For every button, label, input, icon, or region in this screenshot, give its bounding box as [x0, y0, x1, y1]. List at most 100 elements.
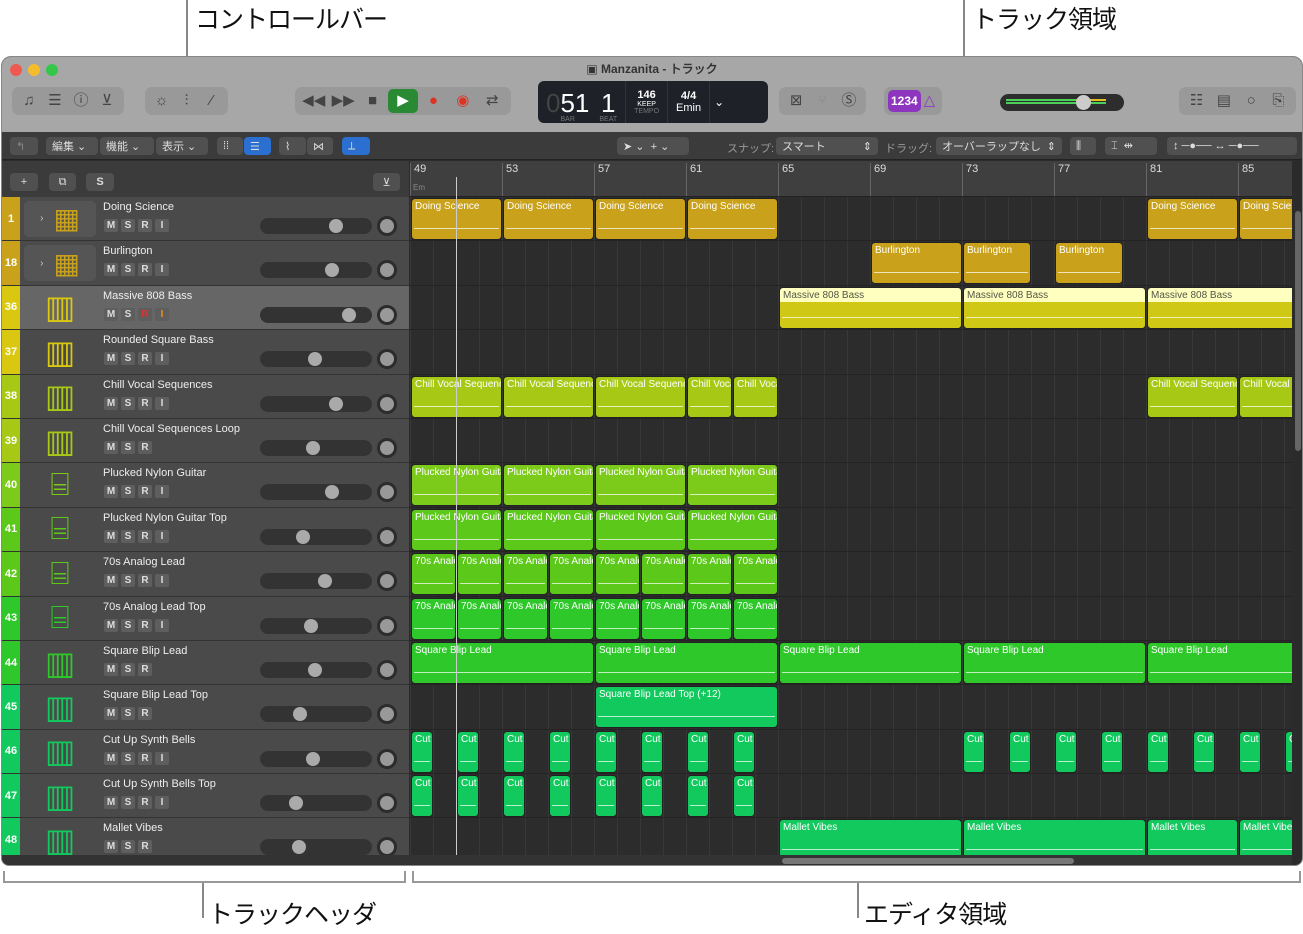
track-s-button[interactable]: S: [121, 352, 135, 366]
region[interactable]: Cut: [1101, 730, 1123, 773]
region[interactable]: 70s Analog Lead Top: [641, 597, 686, 640]
folder-stack[interactable]: › ▦: [24, 245, 96, 282]
track-lane[interactable]: Cut Cut Cut Cut Cut Cut Cut Cut: [410, 774, 1292, 819]
view-menu[interactable]: 表示 ⌄: [156, 137, 208, 155]
solo-icon[interactable]: Ⓢ: [836, 87, 862, 115]
note-pad-icon[interactable]: ▤: [1210, 87, 1237, 115]
region[interactable]: 70s Analog Lead Top: [503, 597, 548, 640]
region[interactable]: Cut: [595, 730, 617, 773]
pan-knob[interactable]: [377, 216, 397, 236]
track-m-button[interactable]: M: [104, 796, 118, 810]
snap-select[interactable]: スマート ⇕: [776, 137, 878, 155]
pan-knob[interactable]: [377, 437, 397, 458]
tuner-icon[interactable]: ⑂: [809, 87, 835, 115]
volume-fader[interactable]: [260, 218, 372, 234]
track-r-button[interactable]: R: [138, 529, 152, 543]
region[interactable]: Doing Science: [595, 198, 686, 240]
volume-knob[interactable]: [292, 707, 307, 722]
region[interactable]: Plucked Nylon Guitar Top: [687, 508, 778, 551]
pan-knob[interactable]: [377, 704, 397, 725]
track-r-button[interactable]: R: [138, 352, 152, 366]
region[interactable]: Cut: [1147, 730, 1169, 773]
track-i-button[interactable]: I: [155, 396, 169, 410]
track-s-button[interactable]: S: [121, 796, 135, 810]
global-solo-button[interactable]: S: [86, 173, 114, 191]
track-s-button[interactable]: S: [121, 574, 135, 588]
region[interactable]: Square Blip Lead Top (+12): [595, 686, 778, 729]
collapse-button[interactable]: ⊻: [373, 173, 400, 191]
region[interactable]: Massive 808 Bass: [963, 286, 1146, 329]
track-header[interactable]: 39 ▥ Chill Vocal Sequences Loop MSR: [2, 418, 409, 464]
track-lane[interactable]: Cut Cut Cut Cut Cut Cut Cut Cut Cut Cut Cut Cut Cut C…: [410, 729, 1292, 775]
region[interactable]: Mallet Vibes: [1239, 819, 1292, 855]
region[interactable]: Cut: [1009, 730, 1031, 773]
track-r-button[interactable]: R: [138, 263, 152, 277]
track-m-button[interactable]: M: [104, 396, 118, 410]
track-s-button[interactable]: S: [121, 618, 135, 632]
metronome-icon[interactable]: △: [921, 87, 938, 115]
region[interactable]: Burlington: [871, 242, 962, 285]
playhead[interactable]: [456, 177, 457, 855]
list-view-button[interactable]: ☰: [244, 137, 271, 155]
region[interactable]: 70s Analog Lead: [411, 553, 456, 596]
horizontal-scroll-thumb[interactable]: [782, 858, 1074, 864]
track-r-button[interactable]: R: [138, 662, 152, 676]
track-m-button[interactable]: M: [104, 307, 118, 321]
replace-icon[interactable]: ⊠: [783, 87, 809, 115]
track-r-button[interactable]: R: [138, 796, 152, 810]
volume-fader[interactable]: [260, 661, 372, 678]
volume-knob[interactable]: [325, 263, 340, 278]
track-name[interactable]: Chill Vocal Sequences Loop: [103, 423, 240, 435]
region[interactable]: Cut: [595, 775, 617, 818]
region[interactable]: Square Blip Lead: [595, 641, 778, 684]
track-header[interactable]: 36 ▥ Massive 808 Bass MSRI: [2, 285, 409, 331]
region[interactable]: Burlington: [963, 242, 1031, 285]
volume-knob[interactable]: [304, 618, 319, 633]
region[interactable]: Chill Vocal Sequences: [595, 375, 686, 418]
flex-button[interactable]: ⋈: [307, 137, 333, 155]
region[interactable]: Square Blip Lead: [779, 641, 962, 684]
track-name[interactable]: Rounded Square Bass: [103, 334, 214, 346]
volume-fader[interactable]: [260, 351, 372, 368]
edit-menu[interactable]: 編集 ⌄: [46, 137, 98, 155]
region[interactable]: Doing Science: [1147, 198, 1238, 240]
track-s-button[interactable]: S: [121, 751, 135, 765]
region[interactable]: Cut: [411, 775, 433, 818]
smart-controls-icon[interactable]: ☼: [149, 87, 174, 115]
region[interactable]: Cut: [411, 730, 433, 773]
grid-view-button[interactable]: ⁞⁞: [217, 137, 243, 155]
region[interactable]: Cut: [457, 730, 479, 773]
region[interactable]: 70s Analog Lead: [595, 553, 640, 596]
vertical-scrollbar[interactable]: [1294, 197, 1302, 855]
region[interactable]: Cut: [1239, 730, 1261, 773]
horizontal-scrollbar[interactable]: [410, 855, 1292, 865]
region[interactable]: Square Blip Lead: [411, 641, 594, 684]
pan-knob[interactable]: [377, 393, 397, 414]
track-lane[interactable]: 70s Analog Lead 70s Analog Lead 70s Analog…: [410, 552, 1292, 597]
master-volume-slider[interactable]: [1000, 94, 1124, 111]
region[interactable]: Plucked Nylon Guitar Top: [595, 508, 686, 551]
region[interactable]: 70s Analog Lead Top: [595, 597, 640, 640]
region[interactable]: Cut: [457, 775, 479, 818]
track-header[interactable]: 1 › ▦ Doing Science MSRI: [2, 197, 409, 242]
track-header[interactable]: 40 ⌸ Plucked Nylon Guitar MSRI: [2, 463, 409, 508]
track-name[interactable]: Square Blip Lead Top: [103, 689, 208, 701]
track-name[interactable]: Cut Up Synth Bells Top: [103, 778, 216, 790]
region[interactable]: 70s Analog Lead: [503, 553, 548, 596]
track-lane[interactable]: Plucked Nylon Guitar Plucked Nylon Guitar…: [410, 463, 1292, 508]
track-i-button[interactable]: I: [155, 219, 169, 232]
vertical-scroll-thumb[interactable]: [1295, 211, 1301, 451]
track-s-button[interactable]: S: [121, 440, 135, 454]
add-track-button[interactable]: +: [10, 173, 38, 191]
region[interactable]: Cut: [641, 775, 663, 818]
region[interactable]: Cut: [1285, 730, 1292, 773]
region[interactable]: 70s Analog Lead Top: [549, 597, 594, 640]
region[interactable]: Massive 808 Bass: [1147, 286, 1292, 329]
track-s-button[interactable]: S: [121, 840, 135, 854]
region[interactable]: 70s Analog Lead: [457, 553, 502, 596]
volume-fader[interactable]: [260, 617, 372, 634]
volume-fader[interactable]: [260, 439, 372, 456]
region[interactable]: Cut: [1055, 730, 1077, 773]
track-s-button[interactable]: S: [121, 219, 135, 232]
volume-knob[interactable]: [291, 840, 306, 855]
